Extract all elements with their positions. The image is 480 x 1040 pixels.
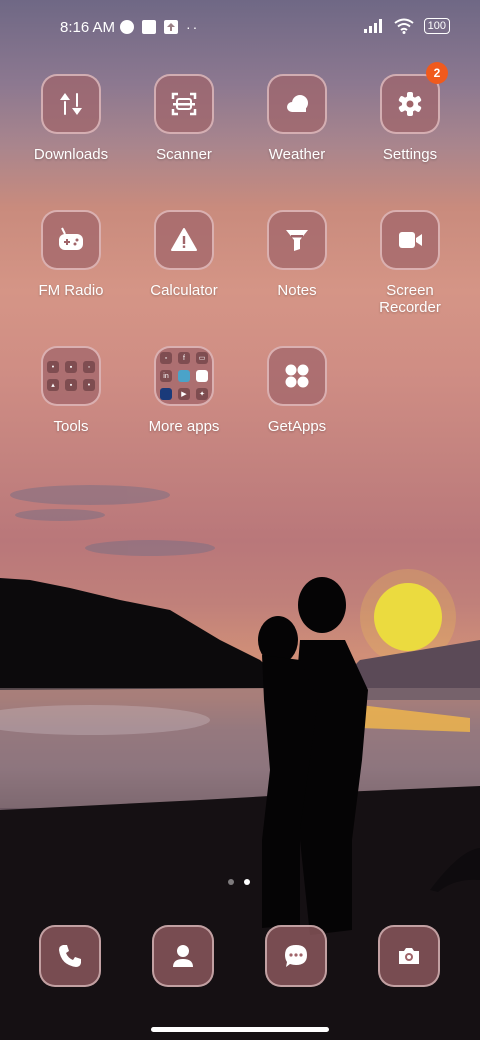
status-bar: 8:16 AM ·· 100 [0,0,480,56]
upload-icon [164,20,178,34]
shop-icon: ▫ [160,352,172,364]
dock-camera[interactable] [354,925,464,987]
app-label: FM Radio [38,282,104,299]
folder-icon: ▫ f ▭ in ▶ ✦ [160,352,208,400]
scanner-tile[interactable] [154,74,214,134]
signal-icon [363,19,382,33]
tools-folder-tile[interactable]: • ▪ ◦ ▴ ▪ • [41,346,101,406]
app-fm-radio[interactable]: FM Radio [16,210,126,299]
message-icon [285,945,307,967]
linkedin-icon: in [160,370,172,382]
scanner-icon [171,92,197,116]
weather-tile[interactable] [267,74,327,134]
screen-recorder-tile[interactable] [380,210,440,270]
page-dot-active[interactable] [244,879,250,885]
dock-phone[interactable] [15,925,125,987]
camera-icon [399,948,419,964]
mail-icon: ▭ [196,352,208,364]
app-getapps[interactable]: GetApps [242,346,352,435]
smile-icon [196,370,208,382]
phone-tile[interactable] [39,925,101,987]
funnel-icon [286,230,308,251]
contact-icon [173,945,193,967]
status-time: 8:16 AM [60,19,116,36]
notification-square-icon [142,20,156,34]
feather-icon: ✦ [196,388,208,400]
phone-icon [59,945,81,967]
netflix-icon [160,388,172,400]
page-dot[interactable] [228,879,234,885]
screen-icon: ▪ [65,361,77,373]
app-label: Calculator [150,282,218,299]
app-label: Scanner [156,146,212,163]
cleaner-icon: ▪ [65,379,77,391]
app-calculator[interactable]: Calculator [129,210,239,299]
camera-tile[interactable] [378,925,440,987]
app-screen-recorder[interactable]: Screen Recorder [355,210,465,316]
more-dots-icon: ·· [186,19,200,35]
dock-messages[interactable] [241,925,351,987]
notification-badge: 2 [426,62,448,84]
torch-icon: ▴ [47,379,59,391]
more-apps-folder-tile[interactable]: ▫ f ▭ in ▶ ✦ [154,346,214,406]
contacts-tile[interactable] [152,925,214,987]
battery-icon: 100 [423,18,450,34]
app-notes[interactable]: Notes [242,210,352,299]
video-icon [399,232,422,248]
folder-more-apps[interactable]: ▫ f ▭ in ▶ ✦ More apps [129,346,239,435]
mic-icon: • [47,361,59,373]
app-scanner[interactable]: Scanner [129,74,239,163]
radio-icon [59,227,83,250]
messages-tile[interactable] [265,925,327,987]
folder-icon: • ▪ ◦ ▴ ▪ • [47,361,95,391]
home-indicator-bar[interactable] [151,1027,329,1032]
calculator-tile[interactable] [154,210,214,270]
app-label: Tools [53,418,89,435]
compass-icon: ◦ [83,361,95,373]
gear-icon [398,92,422,116]
notes-tile[interactable] [267,210,327,270]
downloads-tile[interactable] [41,74,101,134]
fm-radio-tile[interactable] [41,210,101,270]
play-icon: ▶ [178,388,190,400]
downloads-icon [60,93,82,115]
folder-tools[interactable]: • ▪ ◦ ▴ ▪ • Tools [16,346,126,435]
app-label: Notes [277,282,317,299]
app-label: Settings [382,146,438,163]
app-settings[interactable]: 2 Settings [355,62,465,163]
facebook-icon: f [178,352,190,364]
gallery-icon [178,370,190,382]
weather-icon [287,95,308,112]
app-label: GetApps [267,418,327,435]
dock-contacts[interactable] [128,925,238,987]
user-icon: • [83,379,95,391]
app-label: Weather [268,146,326,163]
app-downloads[interactable]: Downloads [16,74,126,163]
wifi-icon [394,18,414,34]
settings-tile[interactable]: 2 [380,62,448,134]
app-label: Screen Recorder [379,282,441,316]
app-label: More apps [148,418,220,435]
app-label: Downloads [33,146,109,163]
apps-grid-icon [285,364,309,388]
getapps-tile[interactable] [267,346,327,406]
media-icon [120,20,134,34]
page-indicator [228,879,250,885]
app-weather[interactable]: Weather [242,74,352,163]
warning-icon [171,228,197,251]
